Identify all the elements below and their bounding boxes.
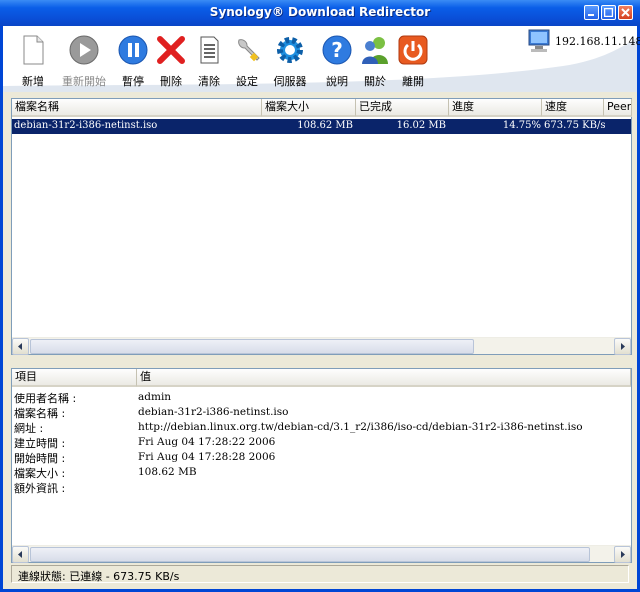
column-header-completed[interactable]: 已完成	[356, 99, 449, 117]
minimize-icon	[588, 14, 594, 16]
scroll-right-button[interactable]	[614, 546, 631, 563]
help-button[interactable]: ? 說明	[317, 34, 357, 89]
users-icon	[362, 37, 388, 64]
exit-button[interactable]: 離開	[393, 34, 433, 89]
app-window: Synology® Download Redirector 新增 重新開始 暫停…	[0, 0, 640, 592]
close-icon	[621, 8, 630, 17]
column-header-value[interactable]: 值	[137, 369, 631, 387]
column-header-item[interactable]: 項目	[12, 369, 137, 387]
arrow-left-icon	[18, 551, 22, 558]
gear-icon	[277, 37, 303, 63]
detail-value: Fri Aug 04 17:28:28 2006	[138, 451, 276, 463]
delete-x-icon	[157, 36, 185, 64]
detail-list-hscrollbar[interactable]	[12, 545, 631, 563]
svg-text:?: ?	[331, 38, 343, 62]
restart-label: 重新開始	[62, 75, 106, 88]
detail-key: 建立時間 :	[14, 437, 66, 450]
detail-key: 使用者名稱 :	[14, 392, 77, 405]
delete-button[interactable]: 刪除	[151, 34, 191, 89]
exit-label: 離開	[402, 75, 424, 88]
column-header-peers[interactable]: Peers	[604, 99, 632, 117]
ip-address: 192.168.11.148	[555, 35, 640, 48]
power-icon	[398, 35, 428, 65]
cell-size: 108.62 MB	[297, 120, 353, 131]
arrow-left-icon	[18, 343, 22, 350]
detail-value: debian-31r2-i386-netinst.iso	[138, 406, 289, 418]
help-label: 說明	[326, 75, 348, 88]
settings-label: 設定	[236, 75, 258, 88]
server-status: 192.168.11.148	[525, 26, 640, 66]
scroll-left-button[interactable]	[12, 546, 29, 563]
table-row[interactable]: debian-31r2-i386-netinst.iso 108.62 MB 1…	[12, 119, 631, 134]
detail-value: admin	[138, 391, 172, 403]
about-button[interactable]: 關於	[355, 34, 395, 89]
column-header-speed[interactable]: 速度	[542, 99, 604, 117]
detail-value: http://debian.linux.org.tw/debian-cd/3.1…	[138, 421, 583, 433]
detail-key: 檔案名稱 :	[14, 407, 66, 420]
cell-progress: 14.75%	[502, 120, 541, 131]
restart-button[interactable]: 重新開始	[59, 34, 109, 89]
detail-key: 檔案大小 :	[14, 467, 66, 480]
scroll-thumb[interactable]	[30, 339, 474, 354]
toolbar: 新增 重新開始 暫停 刪除 清除 設定 伺服器 ? 說明 關於 離開 192.1…	[3, 26, 640, 92]
maximize-button[interactable]	[601, 5, 616, 20]
clear-label: 清除	[198, 75, 220, 88]
close-button[interactable]	[618, 5, 633, 20]
cell-filename: debian-31r2-i386-netinst.iso	[14, 120, 158, 131]
detail-value: Fri Aug 04 17:28:22 2006	[138, 436, 276, 448]
column-header-progress[interactable]: 進度	[449, 99, 542, 117]
new-button[interactable]: 新增	[13, 34, 53, 89]
delete-label: 刪除	[160, 75, 182, 88]
clear-doc-icon	[200, 36, 219, 64]
column-header-size[interactable]: 檔案大小	[262, 99, 356, 117]
pause-label: 暫停	[122, 75, 144, 88]
pause-button[interactable]: 暫停	[113, 34, 153, 89]
detail-value: 108.62 MB	[138, 466, 197, 478]
detail-key: 額外資訊 :	[14, 482, 66, 495]
computer-icon	[528, 29, 550, 52]
scroll-thumb[interactable]	[30, 547, 590, 562]
about-label: 關於	[364, 75, 386, 88]
title-bar[interactable]: Synology® Download Redirector	[0, 0, 640, 26]
new-file-icon	[23, 35, 44, 65]
download-list-hscrollbar[interactable]	[12, 337, 631, 355]
scroll-right-button[interactable]	[614, 338, 631, 355]
maximize-icon	[604, 8, 613, 17]
server-label: 伺服器	[273, 75, 307, 88]
minimize-button[interactable]	[584, 5, 599, 20]
window-title: Synology® Download Redirector	[209, 5, 431, 19]
status-bar: 連線狀態: 已連線 - 673.75 KB/s	[11, 565, 629, 583]
connection-status: 連線狀態: 已連線 - 673.75 KB/s	[18, 570, 180, 583]
settings-button[interactable]: 設定	[227, 34, 267, 89]
cell-speed: 673.75 KB/s	[544, 120, 606, 131]
detail-list[interactable]: 項目 值 使用者名稱 : admin 檔案名稱 : debian-31r2-i3…	[11, 368, 632, 563]
clear-button[interactable]: 清除	[189, 34, 229, 89]
server-button[interactable]: 伺服器	[265, 34, 315, 89]
help-icon: ?	[322, 35, 352, 65]
arrow-right-icon	[621, 551, 625, 558]
cell-completed: 16.02 MB	[396, 120, 446, 131]
new-label: 新增	[22, 75, 44, 88]
detail-key: 開始時間 :	[14, 452, 66, 465]
wrench-icon	[238, 39, 260, 62]
play-icon	[69, 35, 99, 65]
download-list[interactable]: 檔案名稱 檔案大小 已完成 進度 速度 Peers debian-31r2-i3…	[11, 98, 632, 355]
column-header-filename[interactable]: 檔案名稱	[12, 99, 262, 117]
detail-key: 網址 :	[14, 422, 44, 435]
arrow-right-icon	[621, 343, 625, 350]
pause-icon	[118, 35, 148, 65]
scroll-left-button[interactable]	[12, 338, 29, 355]
